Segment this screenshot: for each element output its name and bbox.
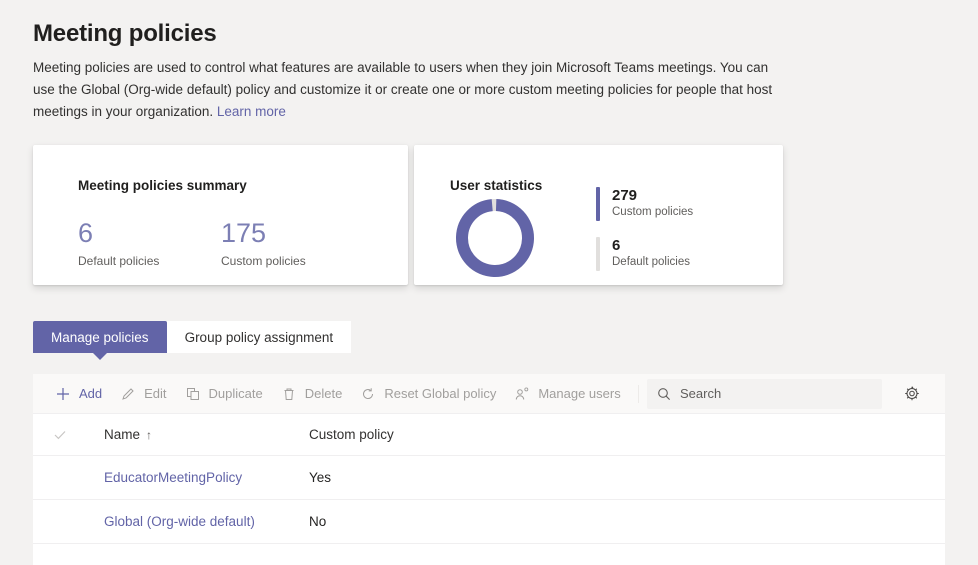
table-row[interactable]: EducatorMeetingPolicy Yes (33, 456, 945, 500)
default-policies-stat: 6 Default policies (78, 218, 159, 268)
column-header-custom-policy[interactable]: Custom policy (309, 427, 945, 442)
row-custom-policy-cell: Yes (309, 470, 945, 485)
column-header-name[interactable]: Name ↑ (87, 427, 309, 442)
policy-tabs: Manage policies Group policy assignment (33, 321, 351, 353)
gear-icon (904, 386, 920, 402)
sort-ascending-icon: ↑ (146, 428, 152, 442)
column-header-custom-policy-label: Custom policy (309, 427, 394, 442)
legend-value-custom: 279 (612, 187, 693, 204)
column-header-name-label: Name (104, 427, 140, 442)
reset-global-policy-button[interactable]: Reset Global policy (351, 378, 505, 410)
manage-users-button[interactable]: Manage users (505, 378, 629, 410)
row-custom-policy-cell: No (309, 514, 945, 529)
pencil-icon (120, 386, 136, 402)
search-box[interactable] (647, 379, 882, 409)
custom-policies-label: Custom policies (221, 254, 306, 268)
delete-button[interactable]: Delete (272, 378, 352, 410)
policies-toolbar: Add Edit Duplicate (33, 374, 945, 414)
legend-item: 279 Custom policies (596, 187, 693, 221)
reset-icon (360, 386, 376, 402)
policy-link[interactable]: EducatorMeetingPolicy (104, 470, 242, 485)
tab-manage-policies[interactable]: Manage policies (33, 321, 167, 353)
table-header-row: Name ↑ Custom policy (33, 414, 945, 456)
summary-card-title: Meeting policies summary (78, 178, 247, 193)
reset-global-policy-label: Reset Global policy (384, 386, 496, 401)
user-statistics-title: User statistics (450, 178, 542, 193)
tab-group-policy-assignment-label: Group policy assignment (185, 330, 334, 345)
toolbar-divider (638, 385, 639, 403)
meeting-policies-summary-card: Meeting policies summary 6 Default polic… (33, 145, 408, 285)
default-policies-value: 6 (78, 218, 159, 248)
legend-label-default: Default policies (612, 256, 690, 268)
table-row-partial (33, 544, 945, 565)
legend-color-swatch-default (596, 237, 600, 271)
learn-more-link[interactable]: Learn more (217, 104, 286, 119)
donut-svg (452, 195, 538, 281)
user-statistics-card: User statistics 279 Custom policies (414, 145, 783, 285)
policies-panel: Add Edit Duplicate (33, 374, 945, 565)
delete-button-label: Delete (305, 386, 343, 401)
user-statistics-donut-chart (452, 195, 538, 281)
duplicate-button-label: Duplicate (209, 386, 263, 401)
check-icon (53, 428, 67, 442)
add-button[interactable]: Add (46, 378, 111, 410)
select-all-checkbox[interactable] (33, 428, 87, 442)
summary-cards: Meeting policies summary 6 Default polic… (33, 145, 783, 285)
custom-policies-stat: 175 Custom policies (221, 218, 306, 268)
table-row[interactable]: Global (Org-wide default) No (33, 500, 945, 544)
add-button-label: Add (79, 386, 102, 401)
page-description-text: Meeting policies are used to control wha… (33, 60, 772, 119)
manage-users-icon (514, 386, 530, 402)
edit-button[interactable]: Edit (111, 378, 175, 410)
settings-button[interactable] (896, 378, 928, 410)
policies-table: Name ↑ Custom policy EducatorMeetingPolic… (33, 414, 945, 565)
row-name-cell: Global (Org-wide default) (87, 514, 309, 529)
tab-active-caret-icon (93, 353, 107, 360)
tab-manage-policies-label: Manage policies (51, 330, 149, 345)
policy-link[interactable]: Global (Org-wide default) (104, 514, 255, 529)
copy-icon (185, 386, 201, 402)
manage-users-label: Manage users (538, 386, 620, 401)
legend-value-default: 6 (612, 237, 690, 254)
edit-button-label: Edit (144, 386, 166, 401)
donut-segment-custom-policies (461, 204, 529, 272)
tab-group-policy-assignment[interactable]: Group policy assignment (167, 321, 352, 353)
page-description: Meeting policies are used to control wha… (33, 57, 773, 123)
search-input[interactable] (680, 386, 872, 401)
trash-icon (281, 386, 297, 402)
search-icon (657, 386, 671, 402)
page-title: Meeting policies (33, 20, 217, 48)
default-policies-label: Default policies (78, 254, 159, 268)
user-statistics-legend: 279 Custom policies 6 Default policies (596, 187, 693, 287)
custom-policies-value: 175 (221, 218, 306, 248)
meeting-policies-page: Meeting policies Meeting policies are us… (0, 0, 978, 565)
legend-label-custom: Custom policies (612, 206, 693, 218)
plus-icon (55, 386, 71, 402)
legend-color-swatch-custom (596, 187, 600, 221)
duplicate-button[interactable]: Duplicate (176, 378, 272, 410)
legend-item: 6 Default policies (596, 237, 693, 271)
row-name-cell: EducatorMeetingPolicy (87, 470, 309, 485)
